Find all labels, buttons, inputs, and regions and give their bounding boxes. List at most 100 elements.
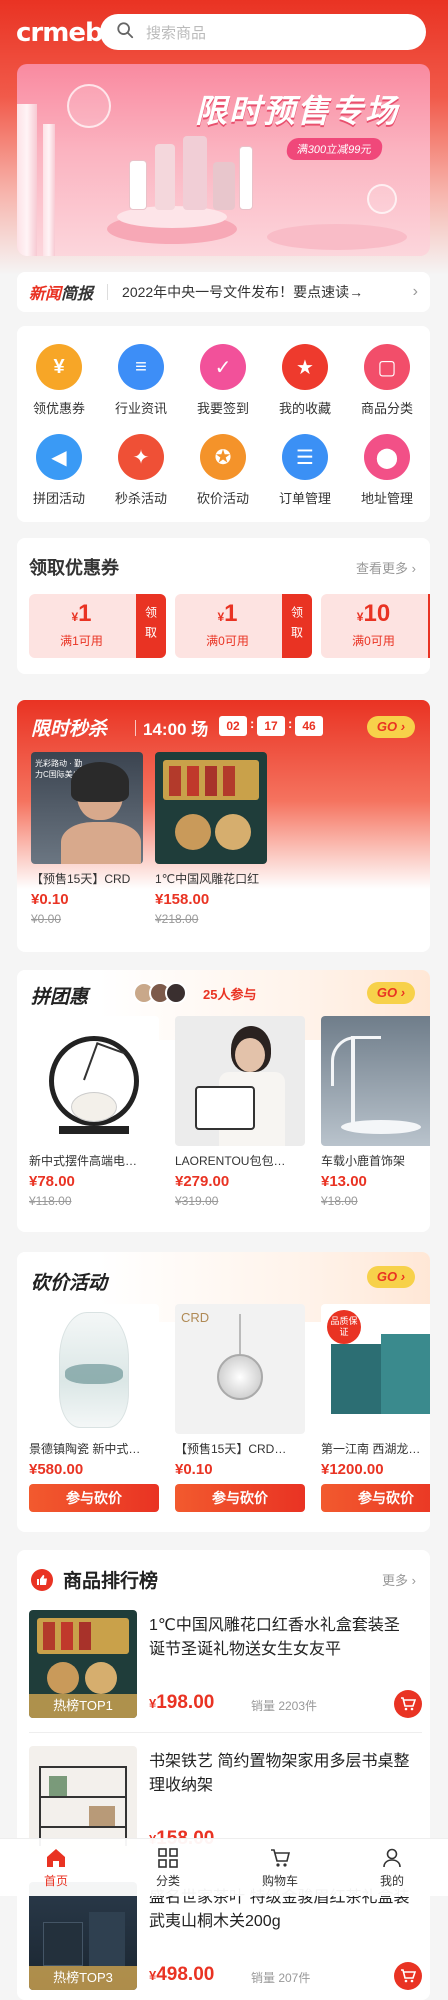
ranking-more-link[interactable]: 更多 › [382, 1570, 416, 1589]
group-go-button[interactable]: GO › [367, 982, 415, 1004]
menu-item-label: 我要签到 [196, 401, 249, 416]
menu-item-label: 商品分类 [360, 401, 413, 416]
banner-product [129, 160, 147, 210]
group-product-card[interactable]: 车载小鹿首饰架 ¥13.00 ¥18.00 [321, 1016, 430, 1208]
group-title: 拼团惠 [31, 987, 89, 1008]
banner-product [183, 136, 207, 210]
product-price: ¥158.00 [155, 891, 210, 908]
countdown-colon: : [288, 716, 293, 731]
search-bar[interactable]: 搜索商品 [100, 14, 426, 50]
claim-coupon-button[interactable]: 领取 [428, 594, 430, 658]
product-sales: 销量 207件 [251, 1971, 311, 1985]
tab-home[interactable]: 首页 [0, 1839, 112, 1896]
category-grid-icon [158, 1848, 178, 1868]
coupon-condition: 满0可用 [206, 634, 249, 648]
product-name: LAORENTOU包包… [175, 1154, 286, 1168]
product-sales: 销量 2203件 [251, 1699, 318, 1713]
group-product-card[interactable]: 新中式摆件高端电… ¥78.00 ¥118.00 [29, 1016, 159, 1208]
product-image [321, 1016, 430, 1146]
coupon-card[interactable]: ¥1 满0可用 领取 [175, 594, 312, 658]
product-image: 品质保证 [321, 1304, 430, 1434]
group-product-card[interactable]: LAORENTOU包包… ¥279.00 ¥319.00 [175, 1016, 305, 1208]
seckill-session: 14:00 场 [143, 720, 209, 739]
news-ticker[interactable]: 新闻简报 2022年中央一号文件发布！要点速读→ › [17, 272, 430, 312]
menu-item[interactable]: ▢ 商品分类 [347, 344, 427, 417]
bargain-product-card[interactable]: 景德镇陶瓷 新中式… ¥580.00 参与砍价 [29, 1304, 159, 1512]
logo[interactable]: crmeb [16, 18, 104, 48]
shopping-bag-icon: ▢ [364, 344, 410, 390]
menu-item-label: 我的收藏 [278, 401, 331, 416]
product-name: 车载小鹿首饰架 [321, 1154, 406, 1168]
product-image [29, 1016, 159, 1146]
product-original-price: ¥118.00 [29, 1194, 72, 1208]
ranking-header: 商品排行榜 [31, 1566, 158, 1593]
ranking-section: 商品排行榜 更多 › 热榜TOP1 1℃中国风雕花口红香水礼盒套装圣诞节圣诞礼物… [17, 1550, 430, 2000]
product-name: 1℃中国风雕花口红香水礼盒套装圣诞节圣诞礼物送女生女友平 [149, 1617, 400, 1658]
join-bargain-button[interactable]: 参与砍价 [321, 1484, 430, 1512]
bargain-go-button[interactable]: GO › [367, 1266, 415, 1288]
claim-coupon-button[interactable]: 领取 [282, 594, 312, 658]
countdown-seconds: 46 [295, 716, 323, 736]
bargain-title: 砍价活动 [31, 1273, 108, 1294]
add-to-cart-button[interactable] [394, 1690, 422, 1718]
bargain-product-card[interactable]: 品质保证 第一江南 西湖龙… ¥1200.00 参与砍价 [321, 1304, 430, 1512]
thumbs-up-icon [31, 1568, 53, 1591]
menu-item[interactable]: ✪ 砍价活动 [183, 434, 263, 507]
seckill-product-card[interactable]: 1℃中国风雕花口红 ¥158.00 ¥218.00 [155, 752, 267, 926]
coupons-more-link[interactable]: 查看更多 › [356, 558, 416, 577]
menu-item[interactable]: ⬤ 地址管理 [347, 434, 427, 507]
product-original-price: ¥319.00 [175, 1194, 219, 1208]
product-name: 书架铁艺 简约置物架家用多层书桌整理收纳架 [149, 1753, 410, 1794]
tab-label: 首页 [43, 1874, 68, 1888]
tab-cart[interactable]: 购物车 [224, 1839, 336, 1896]
bargain-product-card[interactable]: CRD 【预售15天】CRD… ¥0.10 参与砍价 [175, 1304, 305, 1512]
product-price: ¥0.10 [175, 1461, 213, 1478]
seckill-go-button[interactable]: GO › [367, 716, 415, 738]
tab-me[interactable]: 我的 [336, 1839, 448, 1896]
join-bargain-button[interactable]: 参与砍价 [175, 1484, 305, 1512]
menu-item-label: 领优惠券 [32, 401, 85, 416]
menu-item[interactable]: ≡ 行业资讯 [101, 344, 181, 417]
product-price: ¥279.00 [175, 1173, 230, 1190]
menu-item[interactable]: ¥ 领优惠券 [19, 344, 99, 417]
join-bargain-button[interactable]: 参与砍价 [29, 1484, 159, 1512]
menu-item-label: 订单管理 [278, 491, 331, 506]
product-name: 新中式摆件高端电… [29, 1154, 138, 1168]
ranking-title: 商品排行榜 [63, 1571, 159, 1592]
user-icon [383, 1848, 401, 1868]
news-headline[interactable]: 2022年中央一号文件发布！要点速读→ [122, 282, 413, 302]
coupon-amount: ¥10 [356, 600, 391, 627]
product-price: ¥13.00 [321, 1173, 367, 1190]
banner-product [213, 162, 235, 210]
menu-item-label: 地址管理 [360, 491, 413, 506]
ranking-item[interactable]: 热榜TOP1 1℃中国风雕花口红香水礼盒套装圣诞节圣诞礼物送女生女友平 ¥198… [29, 1610, 422, 1722]
menu-item[interactable]: ✓ 我要签到 [183, 344, 263, 417]
participant-avatars [133, 982, 187, 1004]
product-image [29, 1304, 159, 1434]
product-name: 1℃中国风雕花口红 [155, 872, 260, 886]
menu-item[interactable]: ◀ 拼团活动 [19, 434, 99, 507]
menu-item[interactable]: ★ 我的收藏 [265, 344, 345, 417]
menu-item[interactable]: ✦ 秒杀活动 [101, 434, 181, 507]
banner-bubble [367, 184, 397, 214]
menu-item[interactable]: ☰ 订单管理 [265, 434, 345, 507]
coupon-section: 领取优惠券 查看更多 › ¥1 满1可用 领取 ¥1 满0可用 领取 ¥10 满0可用 领取 [17, 538, 430, 674]
seckill-section: 限时秒杀 14:00 场 02 : 17 : 46 GO › 光彩路动 · 勤力… [17, 700, 430, 952]
quick-menu: ¥ 领优惠券 ≡ 行业资讯 ✓ 我要签到 ★ 我的收藏 ▢ 商品分类 ◀ 拼团活动 ✦ 秒杀活动 ✪ 砍价活动… [17, 326, 430, 522]
product-price: ¥0.10 [31, 891, 69, 908]
coupon-card[interactable]: ¥1 满1可用 领取 [29, 594, 166, 658]
promo-banner[interactable]: 限时预售专场 满300立减99元 [17, 64, 430, 256]
divider [29, 1732, 422, 1733]
ranking-item[interactable]: 热榜TOP3 盛名世家茶叶 特级金骏眉红茶礼盒装武夷山桐木关200g ¥498.… [29, 1882, 422, 1994]
product-image: 热榜TOP1 [29, 1610, 137, 1718]
cart-icon [401, 1969, 416, 1983]
coupon-card[interactable]: ¥10 满0可用 领取 [321, 594, 430, 658]
add-to-cart-button[interactable] [394, 1962, 422, 1990]
tab-category[interactable]: 分类 [112, 1839, 224, 1896]
tab-label: 我的 [379, 1874, 404, 1888]
countdown-hours: 02 [219, 716, 247, 736]
seckill-product-card[interactable]: 光彩路动 · 勤力C国际美白 【预售15天】CRD ¥0.10 ¥0.00 [31, 752, 143, 926]
claim-coupon-button[interactable]: 领取 [136, 594, 166, 658]
product-original-price: ¥218.00 [155, 912, 199, 926]
search-icon [116, 21, 134, 44]
